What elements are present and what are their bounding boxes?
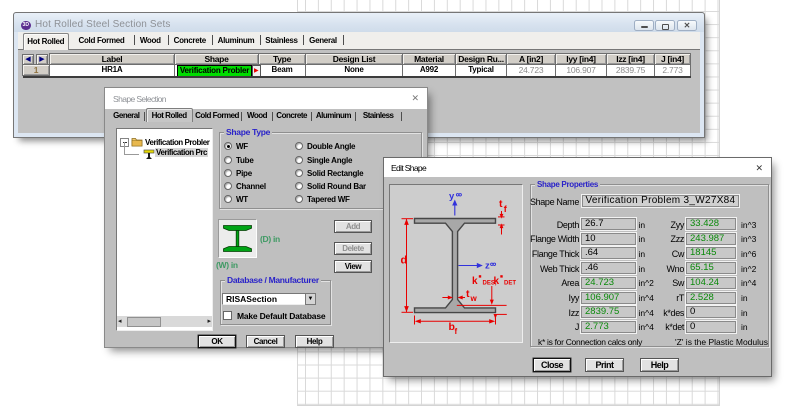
svg-text:k: k — [494, 276, 500, 287]
svg-text:f: f — [504, 204, 508, 214]
svg-text:k: k — [472, 276, 478, 287]
svg-text:w: w — [470, 294, 478, 303]
svg-text:t: t — [466, 288, 470, 300]
svg-text:y: y — [449, 191, 455, 202]
svg-text:z: z — [485, 261, 490, 272]
svg-text:DET: DET — [504, 281, 516, 287]
svg-text:d: d — [401, 255, 408, 267]
svg-text:f: f — [455, 327, 458, 336]
svg-text:t: t — [499, 198, 503, 210]
